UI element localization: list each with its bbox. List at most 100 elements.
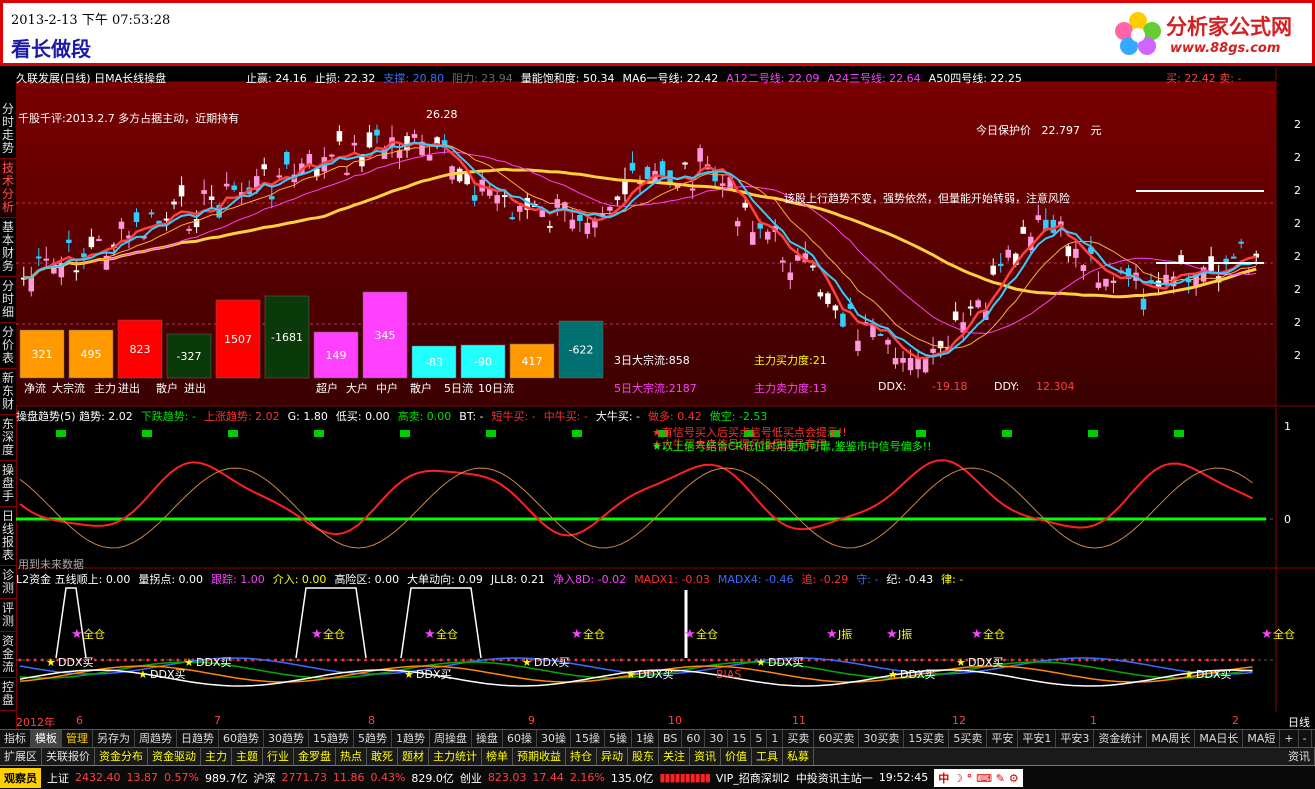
func-button-15[interactable]: 异动: [597, 748, 628, 765]
tab-20[interactable]: 30: [705, 730, 729, 747]
side-tab-1[interactable]: 技 术 分 析: [0, 159, 16, 218]
func-button-17[interactable]: 关注: [659, 748, 690, 765]
side-tab-5[interactable]: 新 东 财: [0, 369, 16, 415]
tab-1[interactable]: 模板: [31, 730, 62, 747]
side-tab-7[interactable]: 操 盘 手: [0, 461, 16, 507]
side-tab-6[interactable]: 东 深 度: [0, 415, 16, 461]
tab-2[interactable]: 管理: [62, 730, 93, 747]
tab-26[interactable]: 30买卖: [859, 730, 905, 747]
candle-body: [659, 161, 666, 176]
tab-6[interactable]: 60趋势: [219, 730, 264, 747]
timeline-month-0: 6: [76, 714, 83, 727]
func-button-13[interactable]: 预期收益: [513, 748, 566, 765]
ime-toolbar[interactable]: 中 ☽ ° ⌨ ✎ ⚙: [934, 768, 1023, 787]
tab-9[interactable]: 5趋势: [354, 730, 392, 747]
cy-pct: 2.16%: [569, 771, 605, 784]
func-button-10[interactable]: 题材: [398, 748, 429, 765]
tab-22[interactable]: 5: [751, 730, 768, 747]
tab-16[interactable]: 5操: [605, 730, 632, 747]
candle-body: [329, 154, 335, 157]
candle-body: [133, 212, 140, 222]
tab-8[interactable]: 15趋势: [309, 730, 354, 747]
func-button-9[interactable]: 敢死: [367, 748, 398, 765]
tab-37[interactable]: -: [1298, 730, 1312, 747]
side-tab-10[interactable]: 评 测: [0, 599, 16, 632]
tab-21[interactable]: 15: [728, 730, 752, 747]
func-button-21[interactable]: 私募: [783, 748, 814, 765]
tab-7[interactable]: 30趋势: [264, 730, 309, 747]
tab-32[interactable]: 资金统计: [1094, 730, 1148, 747]
tab-29[interactable]: 平安: [987, 730, 1019, 747]
tab-30[interactable]: 平安1: [1018, 730, 1057, 747]
func-button-6[interactable]: 行业: [263, 748, 294, 765]
side-tab-4[interactable]: 分 价 表: [0, 323, 16, 369]
side-tab-12[interactable]: 控 盘: [0, 678, 16, 711]
tab-5[interactable]: 日趋势: [177, 730, 219, 747]
tab-11[interactable]: 周操盘: [430, 730, 472, 747]
func-button-3[interactable]: 资金驱动: [148, 748, 201, 765]
tab-3[interactable]: 另存为: [93, 730, 135, 747]
osc-header-item-6: BT: -: [459, 410, 484, 423]
side-tab-8[interactable]: 日 线 报 表: [0, 507, 16, 566]
tab-24[interactable]: 买卖: [783, 730, 815, 747]
tab-36[interactable]: +: [1280, 730, 1299, 747]
news-server[interactable]: 中投资讯主站一: [796, 770, 873, 786]
candle-body: [787, 272, 794, 280]
func-button-14[interactable]: 持仓: [566, 748, 597, 765]
tab-28[interactable]: 5买卖: [949, 730, 988, 747]
stock-title: 久联发展(日线) 日MA长线操盘: [16, 72, 167, 85]
func-button-8[interactable]: 热点: [336, 748, 367, 765]
candle-body: [907, 358, 914, 371]
timeline-month-1: 7: [214, 714, 221, 727]
tab-25[interactable]: 60买卖: [814, 730, 860, 747]
tab-35[interactable]: MA短: [1243, 730, 1281, 747]
tab-12[interactable]: 操盘: [472, 730, 503, 747]
side-tab-3[interactable]: 分 时 细: [0, 277, 16, 323]
tab-27[interactable]: 15买卖: [904, 730, 950, 747]
tab-38[interactable]: >>: [1311, 730, 1315, 747]
func-button-19[interactable]: 价值: [721, 748, 752, 765]
l2-dot: [1018, 658, 1022, 662]
func-button-1[interactable]: 关联报价: [42, 748, 95, 765]
osc-signal-marker: [1002, 430, 1012, 437]
func-button-12[interactable]: 榜单: [482, 748, 513, 765]
tab-34[interactable]: MA日长: [1195, 730, 1244, 747]
tab-10[interactable]: 1趋势: [392, 730, 430, 747]
func-button-7[interactable]: 金罗盘: [294, 748, 336, 765]
tab-4[interactable]: 周趋势: [135, 730, 177, 747]
tab-14[interactable]: 30操: [537, 730, 571, 747]
l2-dot: [1010, 658, 1014, 662]
func-button-20[interactable]: 工具: [752, 748, 783, 765]
func-button-4[interactable]: 主力: [201, 748, 232, 765]
tab-33[interactable]: MA周长: [1147, 730, 1196, 747]
func-button-5[interactable]: 主题: [232, 748, 263, 765]
candle-body: [501, 195, 508, 198]
tab-17[interactable]: 1操: [632, 730, 659, 747]
l2-dot: [1243, 658, 1247, 662]
func-button-0[interactable]: 扩展区: [0, 748, 42, 765]
server-name[interactable]: VIP_招商深圳2: [716, 770, 790, 786]
tab-13[interactable]: 60操: [503, 730, 537, 747]
tab-0[interactable]: 指标: [0, 730, 31, 747]
side-tab-11[interactable]: 资 金 流: [0, 632, 16, 678]
func-button-11[interactable]: 主力统计: [429, 748, 482, 765]
logo-title: 分析家公式网: [1166, 15, 1292, 39]
func-button-2[interactable]: 资金分布: [95, 748, 148, 765]
osc-signal-marker: [1174, 430, 1184, 437]
site-logo[interactable]: 分析家公式网 www.88gs.com: [1110, 7, 1306, 61]
l2-dot: [702, 658, 706, 662]
l2-dot: [672, 658, 676, 662]
side-tab-9[interactable]: 诊 测: [0, 566, 16, 599]
tab-31[interactable]: 平安3: [1056, 730, 1095, 747]
func-button-18[interactable]: 资讯: [690, 748, 721, 765]
tab-15[interactable]: 15操: [571, 730, 605, 747]
tab-23[interactable]: 1: [767, 730, 784, 747]
side-tab-2[interactable]: 基 本 财 务: [0, 218, 16, 277]
observer-badge[interactable]: 观察员: [0, 767, 41, 788]
func-button-16[interactable]: 股东: [628, 748, 659, 765]
ddx-buy-star: ★: [138, 668, 148, 681]
func-button-22[interactable]: 资讯: [1284, 748, 1315, 765]
tab-19[interactable]: 60: [682, 730, 706, 747]
tab-18[interactable]: BS: [659, 730, 683, 747]
side-tab-0[interactable]: 分 时 走 势: [0, 100, 16, 159]
